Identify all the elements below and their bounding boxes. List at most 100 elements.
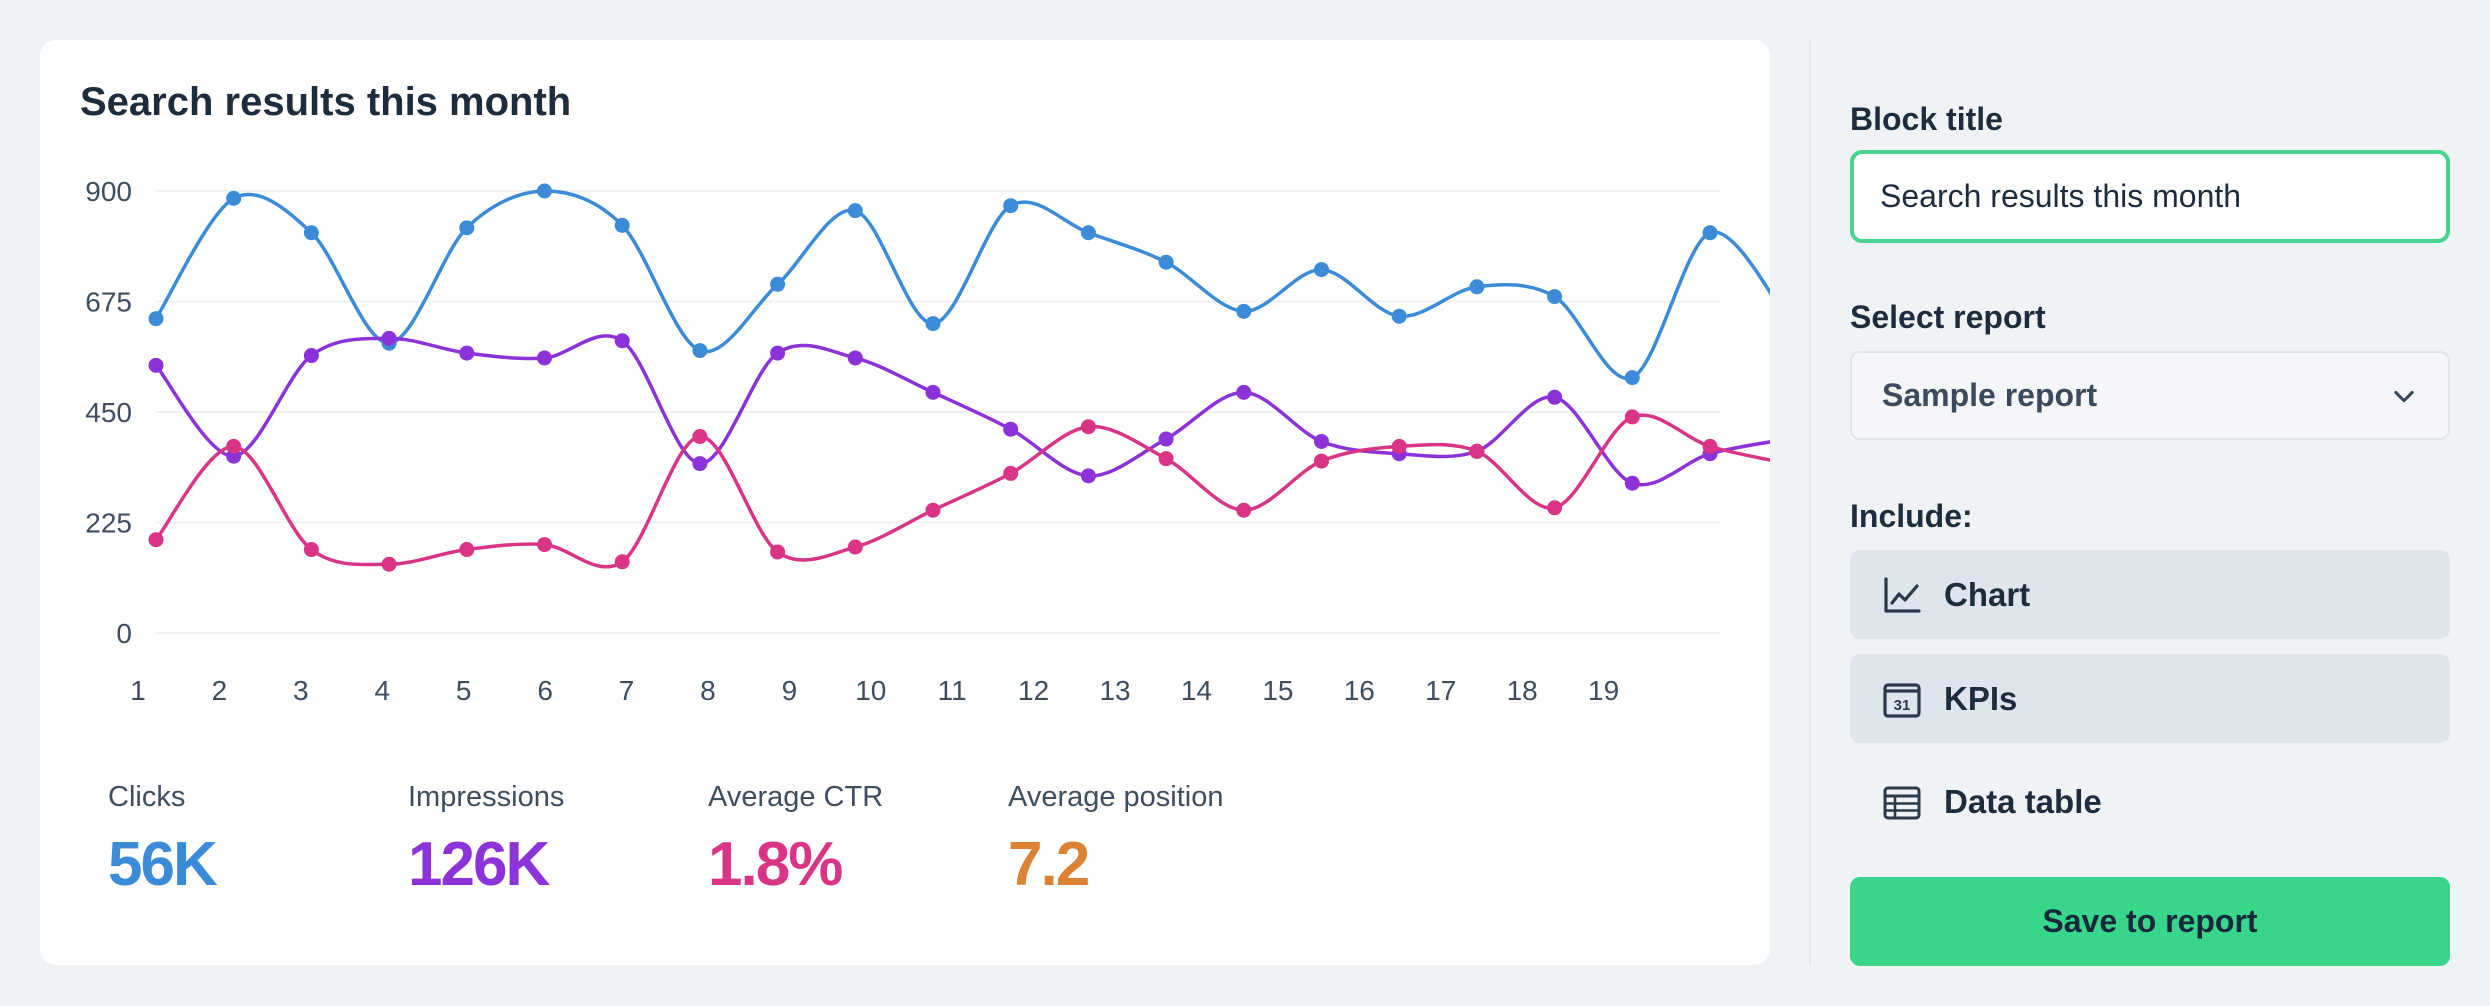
data-point-series-0[interactable] [1236,303,1252,319]
data-point-series-2[interactable] [1391,438,1407,454]
data-point-series-1[interactable] [1236,384,1252,400]
data-point-series-2[interactable] [226,438,242,454]
data-point-series-1[interactable] [614,333,630,349]
select-report-label: Select report [1850,299,2046,335]
x-tick-label: 12 [1018,675,1049,706]
data-point-series-1[interactable] [925,384,941,400]
data-point-series-2[interactable] [847,539,863,555]
chart-card: Search results this month 0 225 450 675 900 1… [40,40,1770,965]
data-point-series-0[interactable] [1314,262,1329,278]
data-point-series-2[interactable] [925,502,941,518]
data-point-series-1[interactable] [692,456,708,472]
kpi-value: 126K [408,830,550,899]
data-point-series-0[interactable] [1391,308,1407,324]
data-point-series-2[interactable] [381,556,397,572]
x-tick-label: 11 [938,675,967,706]
data-point-series-0[interactable] [459,220,475,236]
data-point-series-2[interactable] [148,532,164,548]
data-point-series-0[interactable] [537,183,552,199]
data-point-series-2[interactable] [1702,438,1718,454]
series-line-0 [154,189,1770,381]
option-label: Chart [1944,575,2031,613]
line-chart: 02254506759001 2 3 4 5 6 7 8 9 10 11 12 13 14 15 16 17 18… [85,176,1770,706]
data-point-series-1[interactable] [1080,468,1096,484]
data-point-series-1[interactable] [537,350,552,366]
data-point-series-2[interactable] [303,542,319,558]
include-option-chart[interactable]: Chart [1850,550,2450,639]
data-point-series-0[interactable] [614,217,630,233]
data-point-series-0[interactable] [847,203,863,219]
data-point-series-2[interactable] [1003,465,1019,481]
x-tick-label: 10 [855,675,886,706]
y-tick-label: 900 [85,176,132,207]
x-tick-label: 4 [374,675,390,706]
x-tick-label: 13 [1099,675,1130,706]
data-point-series-0[interactable] [1702,225,1718,241]
x-tick-label: 2 [212,675,228,706]
data-point-series-0[interactable] [1003,198,1019,214]
y-tick-label: 0 [116,618,132,649]
data-point-series-1[interactable] [770,345,786,361]
data-point-series-2[interactable] [770,544,786,560]
data-point-series-1[interactable] [1003,421,1019,437]
data-point-series-1[interactable] [1314,433,1329,449]
x-tick-label: 14 [1181,675,1212,706]
x-tick-label: 3 [293,675,309,706]
report-select[interactable]: Sample report [1850,351,2450,440]
data-point-series-0[interactable] [303,225,319,241]
x-tick-label: 9 [782,675,798,706]
data-point-series-1[interactable] [148,357,164,373]
data-point-series-2[interactable] [537,537,552,553]
data-point-series-1[interactable] [1624,475,1640,491]
kpi-label: Impressions [408,781,565,813]
x-tick-label: 8 [700,675,716,706]
data-point-series-1[interactable] [1158,431,1174,447]
data-point-series-0[interactable] [1624,370,1640,386]
data-point-series-0[interactable] [1469,279,1485,295]
data-point-series-1[interactable] [459,345,475,361]
data-point-series-2[interactable] [1624,409,1640,425]
data-point-series-1[interactable] [847,350,863,366]
data-point-series-1[interactable] [1547,389,1563,405]
data-point-series-2[interactable] [1236,502,1252,518]
kpi-clicks: Clicks 56K [108,783,218,896]
data-point-series-1[interactable] [381,330,397,346]
kpi-label: Average CTR [708,781,884,813]
x-tick-label: 7 [619,675,635,706]
include-option-kpis[interactable]: 31 KPIs [1850,654,2450,743]
y-tick-label: 225 [85,508,132,539]
data-point-series-2[interactable] [692,429,708,445]
include-option-data-table[interactable]: Data table [1850,757,2450,846]
data-point-series-2[interactable] [459,542,475,558]
data-point-series-2[interactable] [1158,451,1174,467]
series-line-1 [154,334,1770,487]
data-point-series-0[interactable] [1158,254,1174,270]
chevron-down-icon [2390,382,2418,410]
report-select-value: Sample report [1882,377,2098,413]
data-point-series-2[interactable] [1547,500,1563,516]
block-title-input[interactable] [1850,150,2450,243]
kpi-value: 7.2 [1008,830,1090,899]
kpi-label: Average position [1008,781,1224,813]
data-point-series-0[interactable] [1547,289,1563,305]
x-tick-label: 6 [537,675,553,706]
data-point-series-0[interactable] [148,311,164,327]
data-point-series-0[interactable] [692,343,708,359]
data-point-series-0[interactable] [925,316,941,332]
data-point-series-2[interactable] [614,554,630,570]
line-chart-icon [1882,575,1922,615]
series-line-2 [154,413,1770,569]
option-label: Data table [1944,782,2102,820]
option-label: KPIs [1944,679,2018,717]
panel-divider [1809,40,1811,965]
data-point-series-2[interactable] [1314,453,1329,469]
data-point-series-0[interactable] [1080,225,1096,241]
calendar-icon: 31 [1882,679,1922,719]
data-point-series-0[interactable] [226,190,242,206]
kpi-impressions: Impressions 126K [408,783,564,896]
data-point-series-1[interactable] [303,348,319,364]
data-point-series-0[interactable] [770,276,786,292]
data-point-series-2[interactable] [1469,443,1485,459]
data-point-series-2[interactable] [1080,419,1096,435]
save-to-report-button[interactable]: Save to report [1850,877,2450,966]
